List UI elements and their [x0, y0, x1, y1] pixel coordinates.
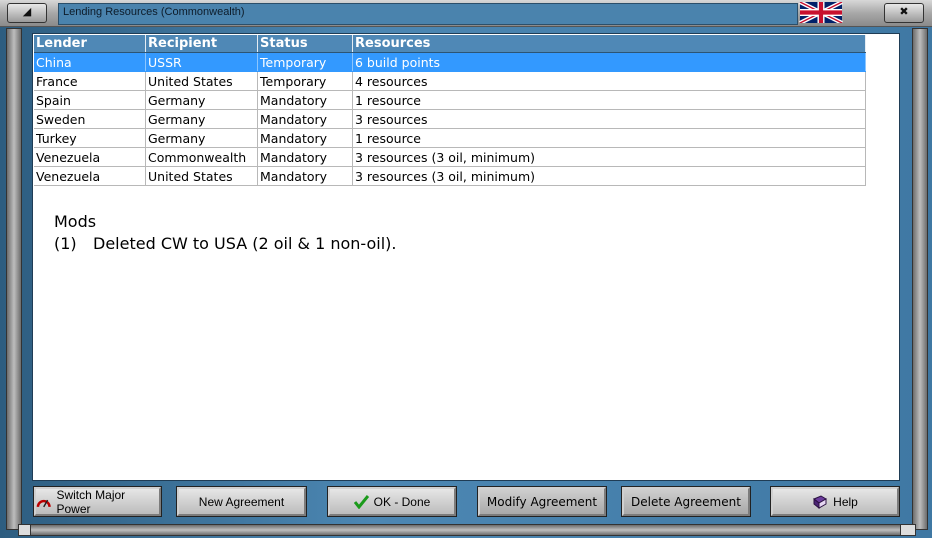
uk-flag-icon: [799, 2, 843, 23]
cell-lender: Venezuela: [34, 147, 146, 167]
cell-status: Mandatory: [257, 147, 353, 167]
cell-status: Mandatory: [257, 90, 353, 110]
cell-lender: France: [34, 71, 146, 91]
window-menu-button[interactable]: ◢: [7, 3, 47, 23]
table-row[interactable]: Sweden Germany Mandatory 3 resources: [34, 109, 866, 129]
column-header-recipient[interactable]: Recipient: [145, 35, 258, 53]
table-row[interactable]: Venezuela United States Mandatory 3 reso…: [34, 166, 866, 186]
new-agreement-button[interactable]: New Agreement: [177, 487, 306, 516]
window-title: Lending Resources (Commonwealth): [63, 6, 245, 18]
close-button[interactable]: ✖: [884, 3, 924, 23]
resize-handle-right[interactable]: [900, 524, 916, 536]
cell-status: Temporary: [257, 52, 353, 72]
new-agreement-label: New Agreement: [198, 494, 285, 509]
cell-resources: 3 resources: [352, 109, 866, 129]
cell-lender: Spain: [34, 90, 146, 110]
mods-item-text: Deleted CW to USA (2 oil & 1 non-oil).: [93, 234, 397, 253]
cell-resources: 6 build points: [352, 52, 866, 72]
cell-status: Temporary: [257, 71, 353, 91]
checkmark-icon: [353, 494, 369, 509]
mods-notes: Mods (1) Deleted CW to USA (2 oil & 1 non…: [54, 211, 396, 255]
cell-recipient: USSR: [145, 52, 258, 72]
cell-status: Mandatory: [257, 109, 353, 129]
help-button[interactable]: Help: [771, 487, 899, 516]
mods-item: (1) Deleted CW to USA (2 oil & 1 non-oil)…: [54, 233, 396, 255]
table-row[interactable]: Venezuela Commonwealth Mandatory 3 resou…: [34, 147, 866, 167]
cell-lender: Sweden: [34, 109, 146, 129]
switch-major-power-button[interactable]: Switch Major Power: [34, 487, 161, 516]
table-header-row: Lender Recipient Status Resources: [34, 35, 866, 53]
cell-resources: 1 resource: [352, 128, 866, 148]
cell-lender: China: [34, 52, 146, 72]
modify-agreement-button[interactable]: Modify Agreement: [478, 487, 606, 516]
cell-resources: 3 resources (3 oil, minimum): [352, 147, 866, 167]
cell-recipient: Germany: [145, 109, 258, 129]
delete-agreement-label: Delete Agreement: [631, 494, 741, 509]
gauge-icon: [36, 499, 51, 507]
cell-recipient: Commonwealth: [145, 147, 258, 167]
cell-resources: 4 resources: [352, 71, 866, 91]
help-book-icon: [813, 494, 828, 509]
cell-recipient: United States: [145, 166, 258, 186]
cell-recipient: Germany: [145, 90, 258, 110]
cell-status: Mandatory: [257, 166, 353, 186]
table-row[interactable]: France United States Temporary 4 resourc…: [34, 71, 866, 91]
mods-item-number: (1): [54, 234, 77, 253]
modify-agreement-label: Modify Agreement: [486, 494, 598, 509]
ok-done-label: OK - Done: [373, 494, 431, 509]
table-row[interactable]: Turkey Germany Mandatory 1 resource: [34, 128, 866, 148]
cell-status: Mandatory: [257, 128, 353, 148]
cell-resources: 1 resource: [352, 90, 866, 110]
mods-heading: Mods: [54, 212, 97, 231]
content-panel: Lender Recipient Status Resources China …: [32, 33, 900, 481]
table-row[interactable]: China USSR Temporary 6 build points: [34, 52, 866, 72]
switch-major-power-label: Switch Major Power: [56, 487, 126, 516]
cell-lender: Turkey: [34, 128, 146, 148]
right-frame-rail: [912, 28, 928, 530]
cell-recipient: United States: [145, 71, 258, 91]
title-strip: Lending Resources (Commonwealth): [58, 3, 798, 25]
cell-lender: Venezuela: [34, 166, 146, 186]
title-bar: ◢ Lending Resources (Commonwealth) ✖: [0, 0, 932, 27]
window-menu-icon: ◢: [22, 5, 32, 18]
cell-resources: 3 resources (3 oil, minimum): [352, 166, 866, 186]
table-row[interactable]: Spain Germany Mandatory 1 resource: [34, 90, 866, 110]
column-header-status[interactable]: Status: [257, 35, 353, 53]
close-icon: ✖: [899, 5, 909, 18]
column-header-lender[interactable]: Lender: [34, 35, 146, 53]
column-header-resources[interactable]: Resources: [352, 35, 866, 53]
agreements-table: Lender Recipient Status Resources China …: [34, 35, 866, 186]
cell-recipient: Germany: [145, 128, 258, 148]
ok-done-button[interactable]: OK - Done: [328, 487, 456, 516]
help-label: Help: [833, 494, 858, 509]
left-frame-rail: [6, 28, 22, 530]
delete-agreement-button[interactable]: Delete Agreement: [622, 487, 750, 516]
bottom-frame-rail: [30, 524, 904, 536]
